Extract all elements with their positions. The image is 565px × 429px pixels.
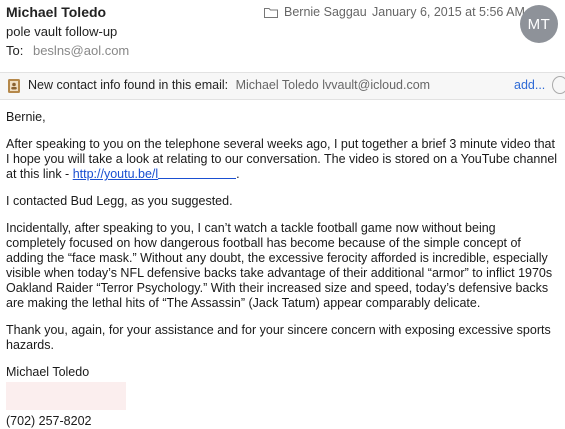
avatar[interactable]: MT: [520, 5, 558, 43]
paragraph-thanks: Thank you, again, for your assistance an…: [6, 323, 551, 352]
add-contact-link[interactable]: add...: [514, 78, 545, 92]
mailbox-folder[interactable]: Bernie Saggau: [264, 5, 367, 19]
paragraph-video: After speaking to you on the telephone s…: [6, 137, 558, 182]
redacted-link-part: [158, 167, 237, 179]
youtube-link[interactable]: http://youtu.be/l: [72, 167, 237, 181]
contact-banner-text: New contact info found in this email: Mi…: [28, 78, 430, 92]
close-icon[interactable]: [552, 76, 565, 94]
paragraph-contact: I contacted Bud Legg, as you suggested.: [6, 194, 233, 208]
message-header: Michael Toledo pole vault follow-up To: …: [0, 0, 565, 72]
paragraph-video-end: .: [236, 167, 240, 181]
contact-banner-label: New contact info found in this email:: [28, 78, 229, 92]
sender-name[interactable]: Michael Toledo: [6, 4, 106, 20]
phone-number: (702) 257-8202: [6, 414, 92, 428]
contact-banner-detail: Michael Toledo lvvault@icloud.com: [235, 78, 431, 92]
youtube-link-text: http://youtu.be/l: [72, 167, 159, 181]
contact-info-banner: New contact info found in this email: Mi…: [0, 73, 565, 100]
paragraph-football: Incidentally, after speaking to you, I c…: [6, 221, 553, 310]
message-date: January 6, 2015 at 5:56 AM: [372, 5, 525, 19]
subject-line: pole vault follow-up: [6, 24, 118, 39]
folder-name: Bernie Saggau: [284, 5, 367, 19]
to-label: To:: [6, 43, 24, 58]
contact-card-icon: [8, 79, 20, 93]
signature-name: Michael Toledo: [6, 365, 90, 379]
redacted-signature-block: [6, 382, 126, 410]
recipient-address[interactable]: beslns@aol.com: [33, 43, 129, 58]
folder-icon: [264, 7, 278, 18]
recipient-row: To: beslns@aol.com: [6, 43, 129, 58]
message-body: Bernie, After speaking to you on the tel…: [6, 110, 558, 429]
greeting: Bernie,: [6, 110, 46, 124]
